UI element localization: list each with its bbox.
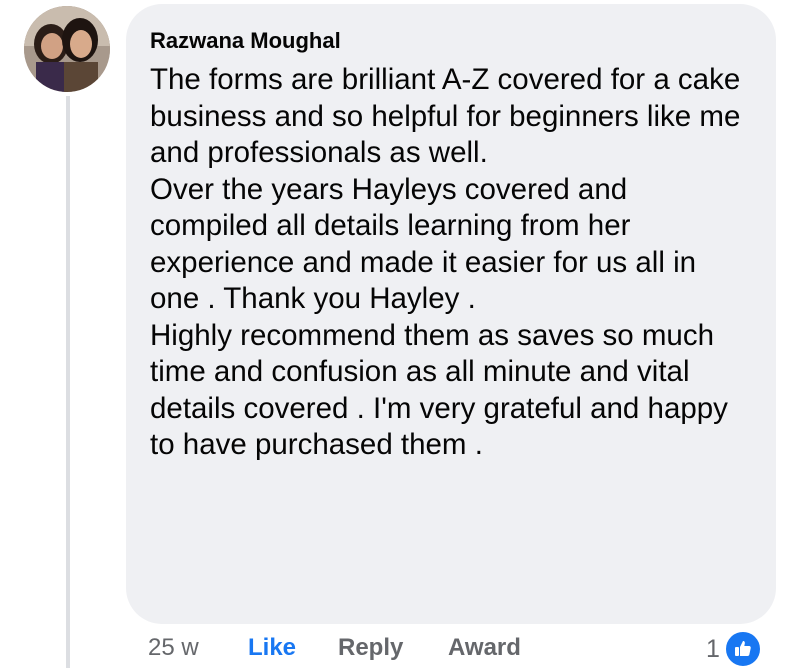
comment-body: The forms are brilliant A-Z covered for … bbox=[150, 62, 752, 464]
reply-button[interactable]: Reply bbox=[338, 634, 403, 662]
comment-thread: Razwana Moughal The forms are brilliant … bbox=[0, 0, 800, 668]
reaction-summary[interactable]: 1 bbox=[706, 630, 762, 668]
avatar[interactable] bbox=[24, 6, 110, 92]
reaction-count: 1 bbox=[706, 634, 720, 663]
thumbs-up-icon bbox=[723, 630, 762, 668]
avatar-photo bbox=[24, 6, 110, 92]
like-button[interactable]: Like bbox=[248, 634, 296, 662]
author-name[interactable]: Razwana Moughal bbox=[150, 28, 752, 54]
timestamp[interactable]: 25 w bbox=[148, 634, 199, 662]
comment-paragraph: The forms are brilliant A-Z covered for … bbox=[150, 63, 741, 169]
comment-paragraph: Over the years Hayleys covered and compi… bbox=[150, 172, 697, 316]
comment-bubble: Razwana Moughal The forms are brilliant … bbox=[126, 4, 776, 624]
comment-actions: 25 w Like Reply Award bbox=[148, 630, 748, 668]
thread-connector-line bbox=[66, 96, 70, 668]
comment-paragraph: Highly recommend them as saves so much t… bbox=[150, 318, 728, 462]
award-button[interactable]: Award bbox=[448, 634, 521, 662]
